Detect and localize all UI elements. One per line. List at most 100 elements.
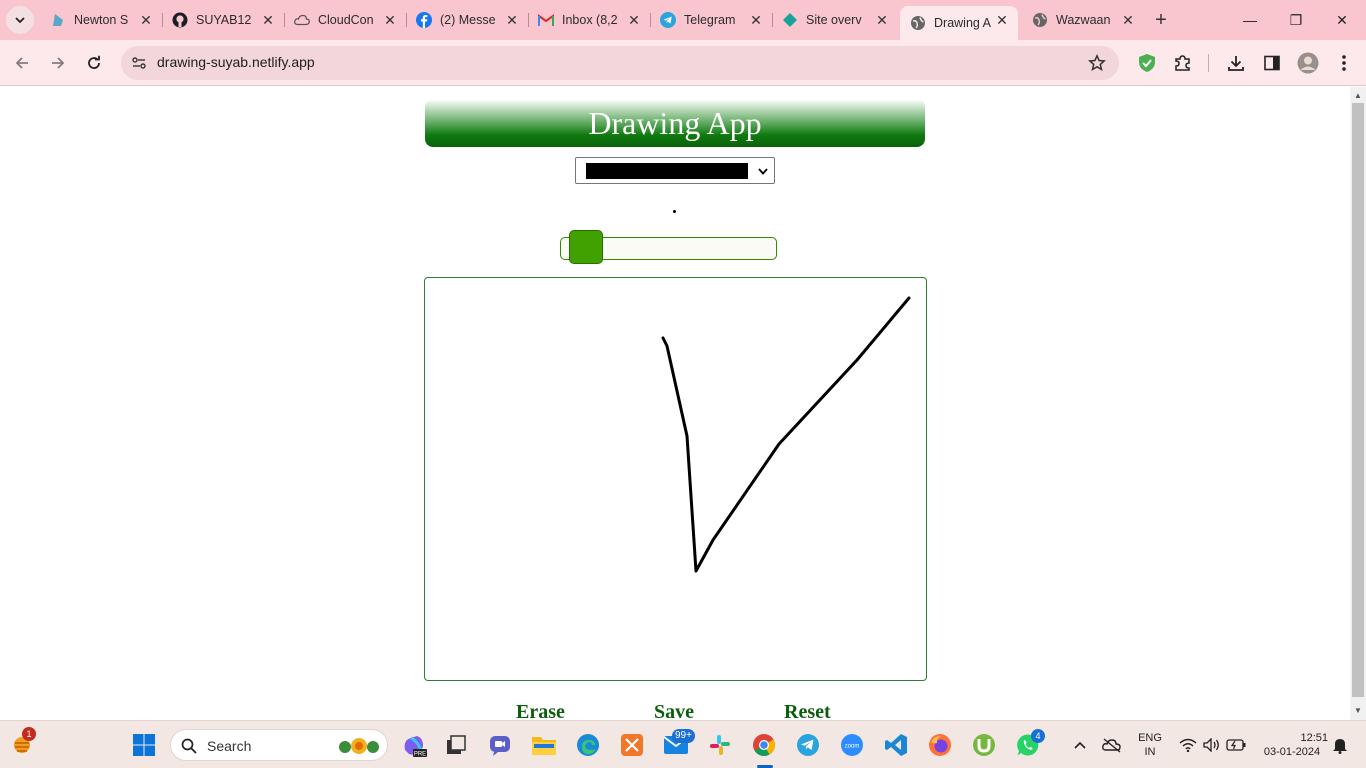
erase-button[interactable]: Erase [516, 701, 565, 720]
arrow-left-icon [15, 57, 28, 69]
vscode-icon[interactable] [882, 731, 910, 759]
brush-size-slider[interactable] [560, 230, 777, 264]
save-button[interactable]: Save [654, 701, 694, 720]
newton-icon [50, 12, 66, 28]
shield-extension-icon[interactable] [1136, 52, 1158, 74]
tab-github[interactable]: SUYAB12 ✕ [162, 6, 285, 34]
scroll-down-icon[interactable]: ▼ [1353, 706, 1363, 716]
app-orange-icon[interactable] [618, 731, 646, 759]
edge-icon[interactable] [574, 731, 602, 759]
download-icon[interactable] [1225, 52, 1247, 74]
svg-text:zoom: zoom [845, 744, 860, 750]
page-scrollbar[interactable]: ▲ ▼ [1350, 87, 1366, 720]
svg-text:PRE: PRE [414, 752, 426, 758]
forward-button[interactable] [46, 51, 70, 75]
site-info-icon[interactable] [129, 53, 149, 73]
scrollbar-thumb[interactable] [1352, 103, 1364, 697]
bookmark-star-icon[interactable] [1087, 53, 1107, 73]
mail-count-badge: 99+ [672, 729, 695, 743]
close-icon[interactable]: ✕ [874, 12, 890, 28]
tab-telegram[interactable]: Telegram ✕ [650, 6, 773, 34]
notification-badge: 1 [22, 727, 36, 741]
slack-icon[interactable] [706, 731, 734, 759]
onedrive-off-icon[interactable] [1098, 731, 1126, 759]
chevron-down-icon [756, 163, 770, 179]
chevron-down-icon [15, 17, 25, 24]
slider-thumb[interactable] [569, 230, 604, 264]
tab-newton[interactable]: Newton S ✕ [40, 6, 163, 34]
search-icon [181, 738, 197, 754]
tab-label: Wazwaan [1056, 13, 1111, 27]
battery-icon[interactable] [1222, 731, 1250, 759]
close-icon[interactable]: ✕ [138, 12, 154, 28]
kebab-menu-icon[interactable] [1333, 52, 1355, 74]
utorrent-icon[interactable] [970, 731, 998, 759]
tab-drawing-app[interactable]: Drawing A ✕ [900, 6, 1018, 40]
tab-label: Inbox (8,2 [562, 13, 618, 27]
tab-netlify[interactable]: Site overv ✕ [772, 6, 898, 34]
brush-size-preview [673, 210, 676, 213]
browser-toolbar: drawing-suyab.netlify.app [0, 40, 1366, 86]
chrome-icon[interactable] [750, 731, 778, 759]
copilot-pre-icon[interactable]: PRE [400, 731, 428, 759]
extensions-puzzle-icon[interactable] [1172, 52, 1194, 74]
selected-color-swatch [586, 163, 748, 179]
tab-label: Drawing A [934, 16, 991, 30]
taskbar-search-box[interactable]: Search [170, 729, 388, 761]
close-icon[interactable]: ✕ [260, 12, 276, 28]
region-label: IN [1144, 746, 1156, 758]
clock-time: 12:51 [1300, 732, 1328, 744]
windows-start-icon[interactable] [130, 731, 158, 759]
close-window-button[interactable]: ✕ [1330, 8, 1354, 32]
zoom-icon[interactable]: zoom [838, 731, 866, 759]
clock-date: 03-01-2024 [1263, 746, 1321, 758]
github-icon [172, 12, 188, 28]
telegram-taskbar-icon[interactable] [794, 731, 822, 759]
close-icon[interactable]: ✕ [1120, 12, 1136, 28]
drawn-stroke [661, 296, 911, 573]
restore-button[interactable]: ❐ [1284, 8, 1308, 32]
tab-label: CloudCon [318, 13, 374, 27]
language-indicator[interactable]: ENG IN [1134, 731, 1166, 759]
tab-gmail[interactable]: Inbox (8,2 ✕ [528, 6, 651, 34]
close-icon[interactable]: ✕ [994, 12, 1010, 28]
teams-chat-icon[interactable] [486, 731, 514, 759]
clock[interactable]: 12:51 03-01-2024 [1256, 731, 1328, 759]
new-tab-button[interactable]: + [1150, 9, 1172, 31]
reload-button[interactable] [82, 51, 106, 75]
tab-cloudcon[interactable]: CloudCon ✕ [284, 6, 407, 34]
toolbar-divider [1208, 54, 1209, 72]
minimize-button[interactable]: — [1238, 8, 1262, 32]
address-bar[interactable]: drawing-suyab.netlify.app [121, 46, 1119, 80]
tab-search-button[interactable] [6, 6, 34, 34]
tab-messenger[interactable]: (2) Messe ✕ [406, 6, 529, 34]
close-icon[interactable]: ✕ [382, 12, 398, 28]
reset-button[interactable]: Reset [784, 701, 831, 720]
task-view-icon[interactable] [442, 731, 470, 759]
notification-bell-icon[interactable] [1326, 731, 1354, 759]
back-button[interactable] [10, 51, 34, 75]
profile-avatar[interactable] [1297, 52, 1319, 74]
cloud-icon [294, 12, 310, 28]
scroll-up-icon[interactable]: ▲ [1353, 91, 1363, 101]
globe-icon [910, 15, 926, 31]
search-highlight-icon [339, 738, 379, 754]
drawing-canvas[interactable] [424, 277, 927, 681]
tray-chevron-up-icon[interactable] [1066, 731, 1094, 759]
windows-taskbar: 1 Search PRE 99+ zoom 4 ENG IN 12:51 03-… [0, 720, 1366, 768]
whatsapp-badge: 4 [1031, 729, 1045, 743]
tab-wazwaan[interactable]: Wazwaan ✕ [1022, 6, 1144, 34]
arrow-right-icon [52, 57, 65, 69]
url-text: drawing-suyab.netlify.app [157, 54, 315, 70]
close-icon[interactable]: ✕ [626, 12, 642, 28]
side-panel-icon[interactable] [1261, 52, 1283, 74]
color-select[interactable] [575, 157, 775, 184]
tab-label: Newton S [74, 13, 129, 27]
file-explorer-icon[interactable] [530, 731, 558, 759]
close-icon[interactable]: ✕ [748, 12, 764, 28]
close-icon[interactable]: ✕ [504, 12, 520, 28]
tab-label: Site overv [806, 13, 862, 27]
firefox-icon[interactable] [926, 731, 954, 759]
tab-label: SUYAB12 [196, 13, 252, 27]
browser-tab-strip: Newton S ✕ SUYAB12 ✕ CloudCon ✕ (2) Mess… [0, 0, 1366, 40]
